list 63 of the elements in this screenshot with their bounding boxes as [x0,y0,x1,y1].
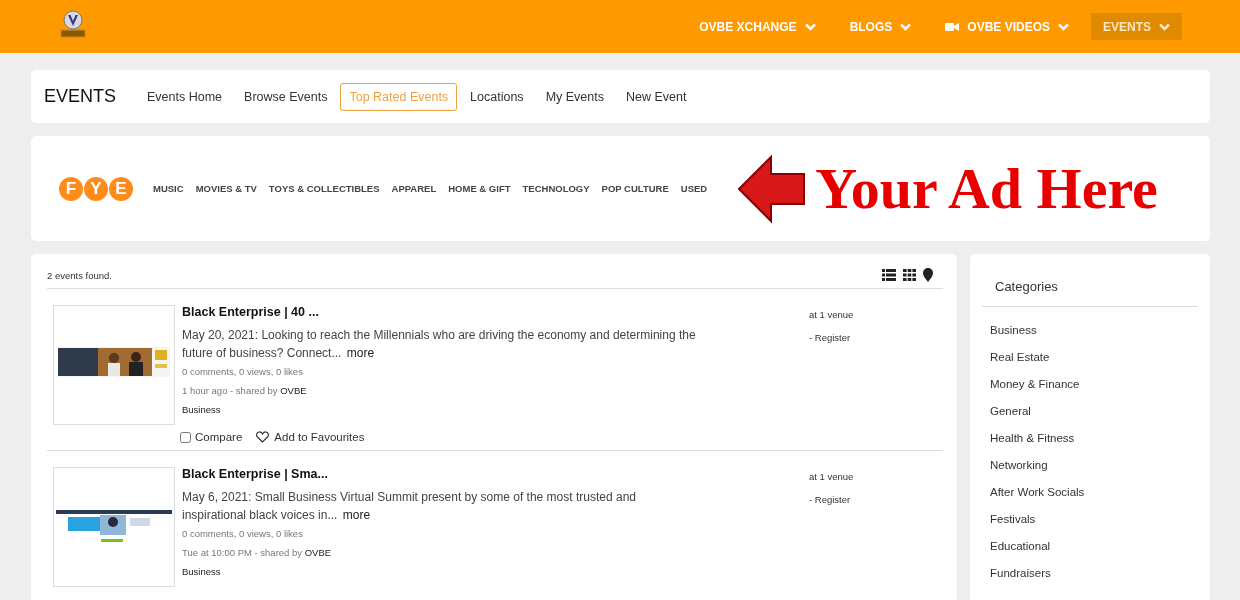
author-link[interactable]: OVBE [280,385,307,396]
events-tab[interactable]: My Events [536,82,613,111]
logo-letter: E [109,176,133,201]
more-link[interactable]: more [346,346,375,360]
ad-menu-text: TOYS & COLLECTIBLES [268,183,380,194]
author-link[interactable]: OVBE [304,547,332,558]
grid-view-icon[interactable] [903,269,916,281]
event-title[interactable]: Black Enterprise | Sma... [182,467,809,481]
logo-icon[interactable] [58,8,88,39]
venue-count: at 1 venue [809,471,855,482]
logo-letter: Y [84,176,108,201]
ad-headline: Your Ad Here [815,155,1158,222]
events-tab[interactable]: Events Home [138,82,232,111]
category-link[interactable]: Networking [982,452,1198,479]
event-title[interactable]: Black Enterprise | 40 ... [182,305,809,319]
categories-title: Categories [982,254,1198,307]
category-link[interactable]: Educational [982,533,1198,560]
add-to-favourites-button[interactable]: Add to Favourites [256,431,365,443]
chevron-down-icon [1058,22,1069,31]
register-link[interactable]: - Register [809,494,943,505]
event-posted-info: Tue at 10:00 PM - shared by OVBE [182,547,333,558]
video-camera-icon [945,21,960,32]
ad-menu-text: TECHNOLOGY [522,183,590,194]
compare-checkbox[interactable] [180,431,191,443]
section-title: EVENTS [44,86,117,107]
category-link[interactable]: General [982,398,1198,425]
left-arrow-icon [737,153,808,224]
events-tab[interactable]: New Event [617,82,696,111]
register-link[interactable]: - Register [809,332,943,343]
event-stats: 0 comments, 0 views, 0 likes [182,528,304,539]
ad-menu-text: MUSIC [153,183,184,194]
category-link[interactable]: After Work Socials [982,479,1198,506]
heart-icon [256,431,270,443]
more-link[interactable]: more [342,508,371,522]
event-description: May 6, 2021: Small Business Virtual Summit present by some of the most trusted and inspirational black voices in... more [182,489,637,524]
ad-banner[interactable]: F Y E MUSIC MOVIES & TV TOYS & COLLECTIBLES APPAREL HOME & GIFT TECHNOLOGY POP CULTURE USED Your Ad Here [31,136,1210,241]
ad-menu-text: POP CULTURE [601,183,669,194]
category-link[interactable]: Money & Finance [982,371,1198,398]
category-link[interactable]: Business [982,317,1198,344]
category-link[interactable]: Fundraisers [982,560,1198,587]
event-category[interactable]: Business [182,566,809,577]
chevron-down-icon [900,22,912,31]
event-stats: 0 comments, 0 views, 0 likes [182,366,304,377]
events-tab[interactable]: Locations [461,82,533,111]
chevron-down-icon [804,22,816,31]
ad-menu-text: APPAREL [391,183,437,194]
event-posted-info: 1 hour ago - shared by OVBE [182,385,308,396]
logo-letter: F [59,176,83,201]
list-view-icon[interactable] [882,269,896,281]
ad-menu-text: HOME & GIFT [448,183,511,194]
category-link[interactable]: Real Estate [982,344,1198,371]
chevron-down-icon [1159,22,1170,31]
venue-count: at 1 venue [809,309,855,320]
event-description: May 20, 2021: Looking to reach the Millennials who are driving the economy and determining the future of business? Connect... more [182,327,697,362]
category-link[interactable]: Health & Fitness [982,425,1198,452]
compare-label[interactable]: Compare [195,431,243,443]
ad-menu-text: MOVIES & TV [195,183,257,194]
event-category[interactable]: Business [182,404,809,415]
category-link[interactable]: Festivals [982,506,1198,533]
ad-menu-text: USED [680,183,708,194]
results-count: 2 events found. [47,269,112,281]
events-tab[interactable]: Browse Events [235,82,337,111]
map-pin-icon[interactable] [923,268,933,282]
